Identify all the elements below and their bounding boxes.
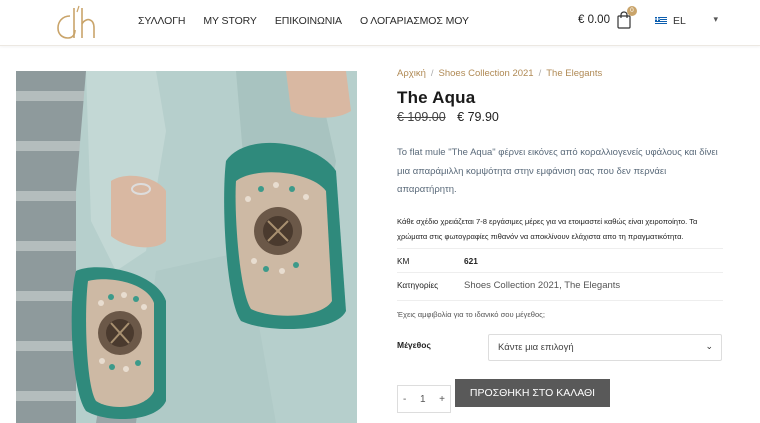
qty-plus-button[interactable]: + [439,394,445,405]
size-label: Μέγεθος [397,340,431,350]
greece-flag-icon [655,17,667,25]
nav-item-contact[interactable]: ΕΠΙΚΟΙΝΩΝΙΑ [275,15,342,27]
site-header: ΣΥΛΛΟΓΗ MY STORY ΕΠΙΚΟΙΝΩΝΙΑ Ο ΛΟΓΑΡΙΑΣΜ… [0,0,760,46]
product-meta: ΚΜ 621 Κατηγορίες Shoes Collection 2021,… [397,248,723,301]
shopping-bag-icon[interactable]: 0 [616,6,637,29]
product-price: € 109.00 € 79.90 [397,110,499,124]
qty-minus-button[interactable]: - [403,394,406,405]
quantity-stepper[interactable]: - 1 + [397,385,451,413]
price-old: € 109.00 [397,110,446,124]
size-select-value: Κάντε μια επιλογή [498,342,574,353]
product-description: Το flat mule "The Aqua" φέρνει εικόνες α… [397,147,718,195]
cart-total: € 0.00 [578,14,610,26]
category-link[interactable]: The Elegants [564,280,620,291]
category-link[interactable]: Shoes Collection 2021 [464,280,559,291]
categories-list: Shoes Collection 2021, The Elegants [464,280,621,291]
product-summary: Αρχική / Shoes Collection 2021 / The Ele… [397,68,723,413]
qty-value[interactable]: 1 [420,394,426,405]
breadcrumb-home[interactable]: Αρχική [397,68,426,79]
chevron-down-icon: ⌄ [705,341,713,351]
logo[interactable] [52,4,100,42]
size-guide-link[interactable]: Έχεις αμφιβολία για το ιδανικό σου μέγεθ… [397,310,545,319]
breadcrumb-category[interactable]: The Elegants [546,68,602,79]
breadcrumb-collection[interactable]: Shoes Collection 2021 [439,68,534,79]
product-title: The Aqua [397,88,476,107]
categories-row: Κατηγορίες Shoes Collection 2021, The El… [397,272,723,301]
breadcrumb: Αρχική / Shoes Collection 2021 / The Ele… [397,68,723,79]
breadcrumb-separator: / [430,68,434,79]
breadcrumb-separator: / [538,68,542,79]
sku-value: 621 [464,256,478,266]
sku-row: ΚΜ 621 [397,248,723,272]
product-image[interactable] [16,71,357,423]
add-to-cart-button[interactable]: ΠΡΟΣΘΗΚΗ ΣΤΟ ΚΑΛΑΘΙ [455,379,610,407]
cart[interactable]: € 0.00 0 [578,6,637,29]
categories-label: Κατηγορίες [397,280,439,290]
size-select[interactable]: Κάντε μια επιλογή ⌄ [488,334,722,361]
nav-item-collection[interactable]: ΣΥΛΛΟΓΗ [138,15,185,27]
language-switcher[interactable]: EL ▾ [650,10,722,32]
price-new: € 79.90 [457,110,499,124]
language-label: EL [673,15,686,27]
main-nav: ΣΥΛΛΟΓΗ MY STORY ΕΠΙΚΟΙΝΩΝΙΑ Ο ΛΟΓΑΡΙΑΣΜ… [138,15,487,27]
nav-item-account[interactable]: Ο ΛΟΓΑΡΙΑΣΜΟΣ ΜΟΥ [360,15,469,27]
production-note: Κάθε σχέδιο χρειάζεται 7-8 εργάσιμες μέρ… [397,217,698,241]
chevron-down-icon: ▾ [713,14,718,24]
logo-mark [57,5,95,39]
nav-item-my-story[interactable]: MY STORY [203,15,257,27]
cart-count-badge: 0 [626,6,637,16]
sku-label: ΚΜ [397,256,410,266]
